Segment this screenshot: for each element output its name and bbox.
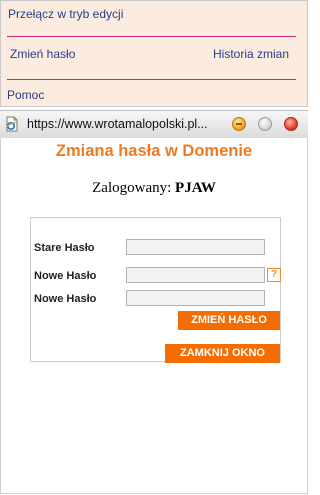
old-password-label: Stare Hasło [34, 242, 95, 254]
password-help-button[interactable]: ? [267, 268, 281, 282]
menu-separator [7, 36, 296, 37]
logged-user-line: Zalogowany: PJAW [1, 180, 307, 197]
new-password-label: Nowe Hasło [34, 270, 97, 282]
logged-username: PJAW [175, 180, 216, 196]
history-link[interactable]: Historia zmian [213, 47, 289, 61]
change-password-button[interactable]: ZMIEŃ HASŁO [178, 311, 280, 330]
menu-separator [7, 79, 296, 80]
close-window-button[interactable]: ZAMKNIJ OKNO [165, 344, 280, 363]
password-form: Stare Hasło Nowe Hasło ? Nowe Hasło ZMIE… [30, 217, 281, 363]
page-title: Zmiana hasła w Domenie [55, 142, 253, 160]
minimize-icon[interactable] [232, 117, 246, 131]
maximize-icon[interactable] [258, 117, 272, 131]
edit-mode-link[interactable]: Przełącz w tryb edycji [8, 7, 123, 21]
new-password-input[interactable] [126, 267, 265, 283]
repeat-password-input[interactable] [126, 290, 265, 306]
popup-content: Zmiana hasła w Domenie Zalogowany: PJAW … [0, 138, 308, 494]
top-menu-panel: Przełącz w tryb edycji Zmień hasło Histo… [0, 0, 308, 107]
repeat-password-label: Nowe Hasło [34, 293, 97, 305]
change-password-link[interactable]: Zmień hasło [10, 47, 75, 61]
logged-prefix: Zalogowany: [92, 180, 172, 196]
help-link[interactable]: Pomoc [7, 88, 44, 102]
ie-page-icon [5, 116, 19, 132]
popup-title-bar: https://www.wrotamalopolski.pl... [0, 110, 308, 139]
close-icon[interactable] [284, 117, 298, 131]
popup-url: https://www.wrotamalopolski.pl... [27, 117, 208, 131]
old-password-input[interactable] [126, 239, 265, 255]
